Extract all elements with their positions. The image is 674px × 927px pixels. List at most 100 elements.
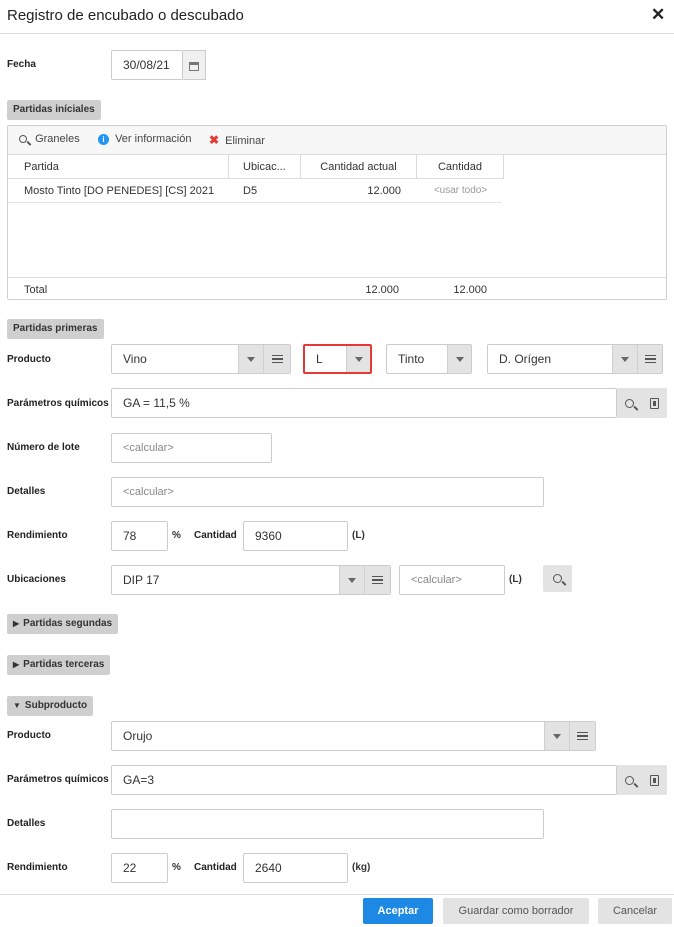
parametros-input[interactable]: GA = 11,5 % — [111, 388, 617, 418]
ubicaciones-qty-input[interactable]: <calcular> — [399, 565, 505, 595]
close-icon[interactable]: ✕ — [651, 5, 665, 25]
sub-detalles-input[interactable] — [111, 809, 544, 839]
sub-cantidad-input[interactable]: 2640 — [243, 853, 348, 883]
producto-label: Producto — [7, 354, 51, 365]
parametros-label: Parámetros químicos — [7, 398, 109, 409]
eliminar-button[interactable]: ✖ Eliminar — [209, 133, 265, 147]
producto-dropdown-button[interactable] — [238, 345, 263, 373]
partidas-terceras-label: Partidas terceras — [23, 659, 105, 670]
sub-producto-select[interactable]: Orujo — [111, 721, 596, 751]
section-partidas-segundas[interactable]: ▶ Partidas segundas — [7, 614, 119, 634]
sub-parametros-search-button[interactable] — [617, 765, 642, 795]
cantidad-input[interactable]: 9360 — [243, 521, 348, 551]
graneles-label: Graneles — [35, 133, 80, 145]
chevron-down-icon — [553, 733, 561, 739]
ubicaciones-dropdown-button[interactable] — [339, 566, 364, 594]
sub-producto-dropdown-button[interactable] — [544, 722, 569, 750]
origen-dropdown-button[interactable] — [612, 345, 637, 373]
search-icon — [19, 135, 27, 144]
search-icon — [625, 775, 634, 785]
cantidad-label: Cantidad — [194, 530, 237, 541]
graneles-button[interactable]: Graneles — [19, 133, 80, 145]
origen-list-button[interactable] — [637, 345, 662, 373]
producto-list-button[interactable] — [263, 345, 290, 373]
partidas-segundas-label: Partidas segundas — [23, 618, 113, 629]
paste-icon — [650, 397, 659, 409]
col-partida[interactable]: Partida — [8, 155, 229, 179]
sub-percent-unit: % — [172, 862, 181, 873]
section-subproducto[interactable]: ▼ Subproducto — [7, 696, 94, 716]
col-cantidad-actual[interactable]: Cantidad actual — [301, 155, 417, 179]
ubicaciones-search-button[interactable] — [543, 565, 572, 592]
subproducto-label: Subproducto — [24, 700, 88, 711]
menu-icon — [644, 353, 656, 366]
caret-down-icon: ▼ — [13, 701, 21, 710]
dialog-title: Registro de encubado o descubado — [7, 7, 244, 24]
fecha-label: Fecha — [7, 59, 36, 70]
search-icon — [625, 398, 634, 408]
sub-parametros-paste-button[interactable] — [642, 765, 667, 795]
dialog-header: Registro de encubado o descubado ✕ — [0, 0, 674, 34]
ubicaciones-label: Ubicaciones — [7, 574, 66, 585]
total-cantidad: 12.000 — [453, 284, 487, 296]
sub-producto-list-button[interactable] — [569, 722, 595, 750]
cancelar-button[interactable]: Cancelar — [598, 898, 672, 924]
chevron-down-icon — [348, 577, 356, 583]
total-cantidad-actual: 12.000 — [365, 284, 399, 296]
aceptar-button[interactable]: Aceptar — [363, 898, 433, 924]
sub-rendimiento-label: Rendimiento — [7, 862, 68, 873]
rendimiento-input[interactable]: 78 — [111, 521, 168, 551]
unidad-dropdown-button[interactable] — [346, 346, 370, 372]
calendar-icon — [189, 61, 199, 71]
cell-partida: Mosto Tinto [DO PENEDES] [CS] 2021 — [24, 185, 215, 197]
caret-right-icon: ▶ — [13, 660, 20, 669]
producto-value: Vino — [123, 352, 147, 366]
menu-icon — [271, 353, 283, 366]
col-ubicacion[interactable]: Ubicac... — [229, 155, 301, 179]
lote-input[interactable]: <calcular> — [111, 433, 272, 463]
table-row[interactable]: Mosto Tinto [DO PENEDES] [CS] 2021 D5 12… — [8, 179, 502, 203]
col-cantidad[interactable]: Cantidad — [417, 155, 504, 179]
fecha-input[interactable]: 30/08/21 — [111, 50, 183, 80]
chevron-down-icon — [455, 356, 464, 362]
cell-cantidad[interactable]: <usar todo> — [417, 179, 504, 203]
rendimiento-label: Rendimiento — [7, 530, 68, 541]
ubicaciones-list-button[interactable] — [364, 566, 390, 594]
paste-icon — [650, 774, 659, 786]
parametros-paste-button[interactable] — [642, 388, 667, 418]
sub-producto-value: Orujo — [123, 729, 153, 743]
table-toolbar: Graneles i Ver información ✖ Eliminar — [8, 126, 666, 155]
unidad-value: L — [316, 352, 323, 366]
sub-rendimiento-input[interactable]: 22 — [111, 853, 168, 883]
section-partidas-primeras: Partidas primeras — [7, 319, 104, 339]
parametros-search-button[interactable] — [617, 388, 642, 418]
section-partidas-terceras[interactable]: ▶ Partidas terceras — [7, 655, 111, 675]
caret-right-icon: ▶ — [13, 619, 20, 628]
section-partidas-iniciales: Partidas iníciales — [7, 100, 101, 120]
ver-informacion-label: Ver información — [115, 133, 192, 145]
ver-informacion-button[interactable]: i Ver información — [98, 133, 192, 145]
guardar-borrador-button[interactable]: Guardar como borrador — [443, 898, 589, 924]
delete-icon: ✖ — [209, 133, 220, 147]
sub-cantidad-label: Cantidad — [194, 862, 237, 873]
cell-ubicacion: D5 — [243, 185, 258, 197]
detalles-input[interactable]: <calcular> — [111, 477, 544, 507]
sub-detalles-label: Detalles — [7, 818, 46, 829]
calendar-button[interactable] — [183, 50, 206, 80]
percent-unit: % — [172, 530, 181, 541]
chevron-down-icon — [354, 356, 363, 362]
lote-label: Número de lote — [7, 442, 80, 453]
ubicaciones-value: DIP 17 — [123, 573, 160, 587]
cantidad-unit: (L) — [352, 530, 365, 541]
origen-value: D. Orígen — [499, 352, 552, 366]
sub-parametros-label: Parámetros químicos — [7, 774, 109, 785]
color-value: Tinto — [398, 352, 425, 366]
chevron-down-icon — [621, 356, 629, 362]
chevron-down-icon — [247, 356, 255, 362]
info-icon: i — [98, 133, 109, 145]
sub-cantidad-unit: (kg) — [352, 862, 371, 873]
color-dropdown-button[interactable] — [447, 345, 471, 373]
cell-cantidad-actual: 12.000 — [367, 185, 401, 197]
sub-parametros-input[interactable]: GA=3 — [111, 765, 617, 795]
detalles-label: Detalles — [7, 486, 46, 497]
